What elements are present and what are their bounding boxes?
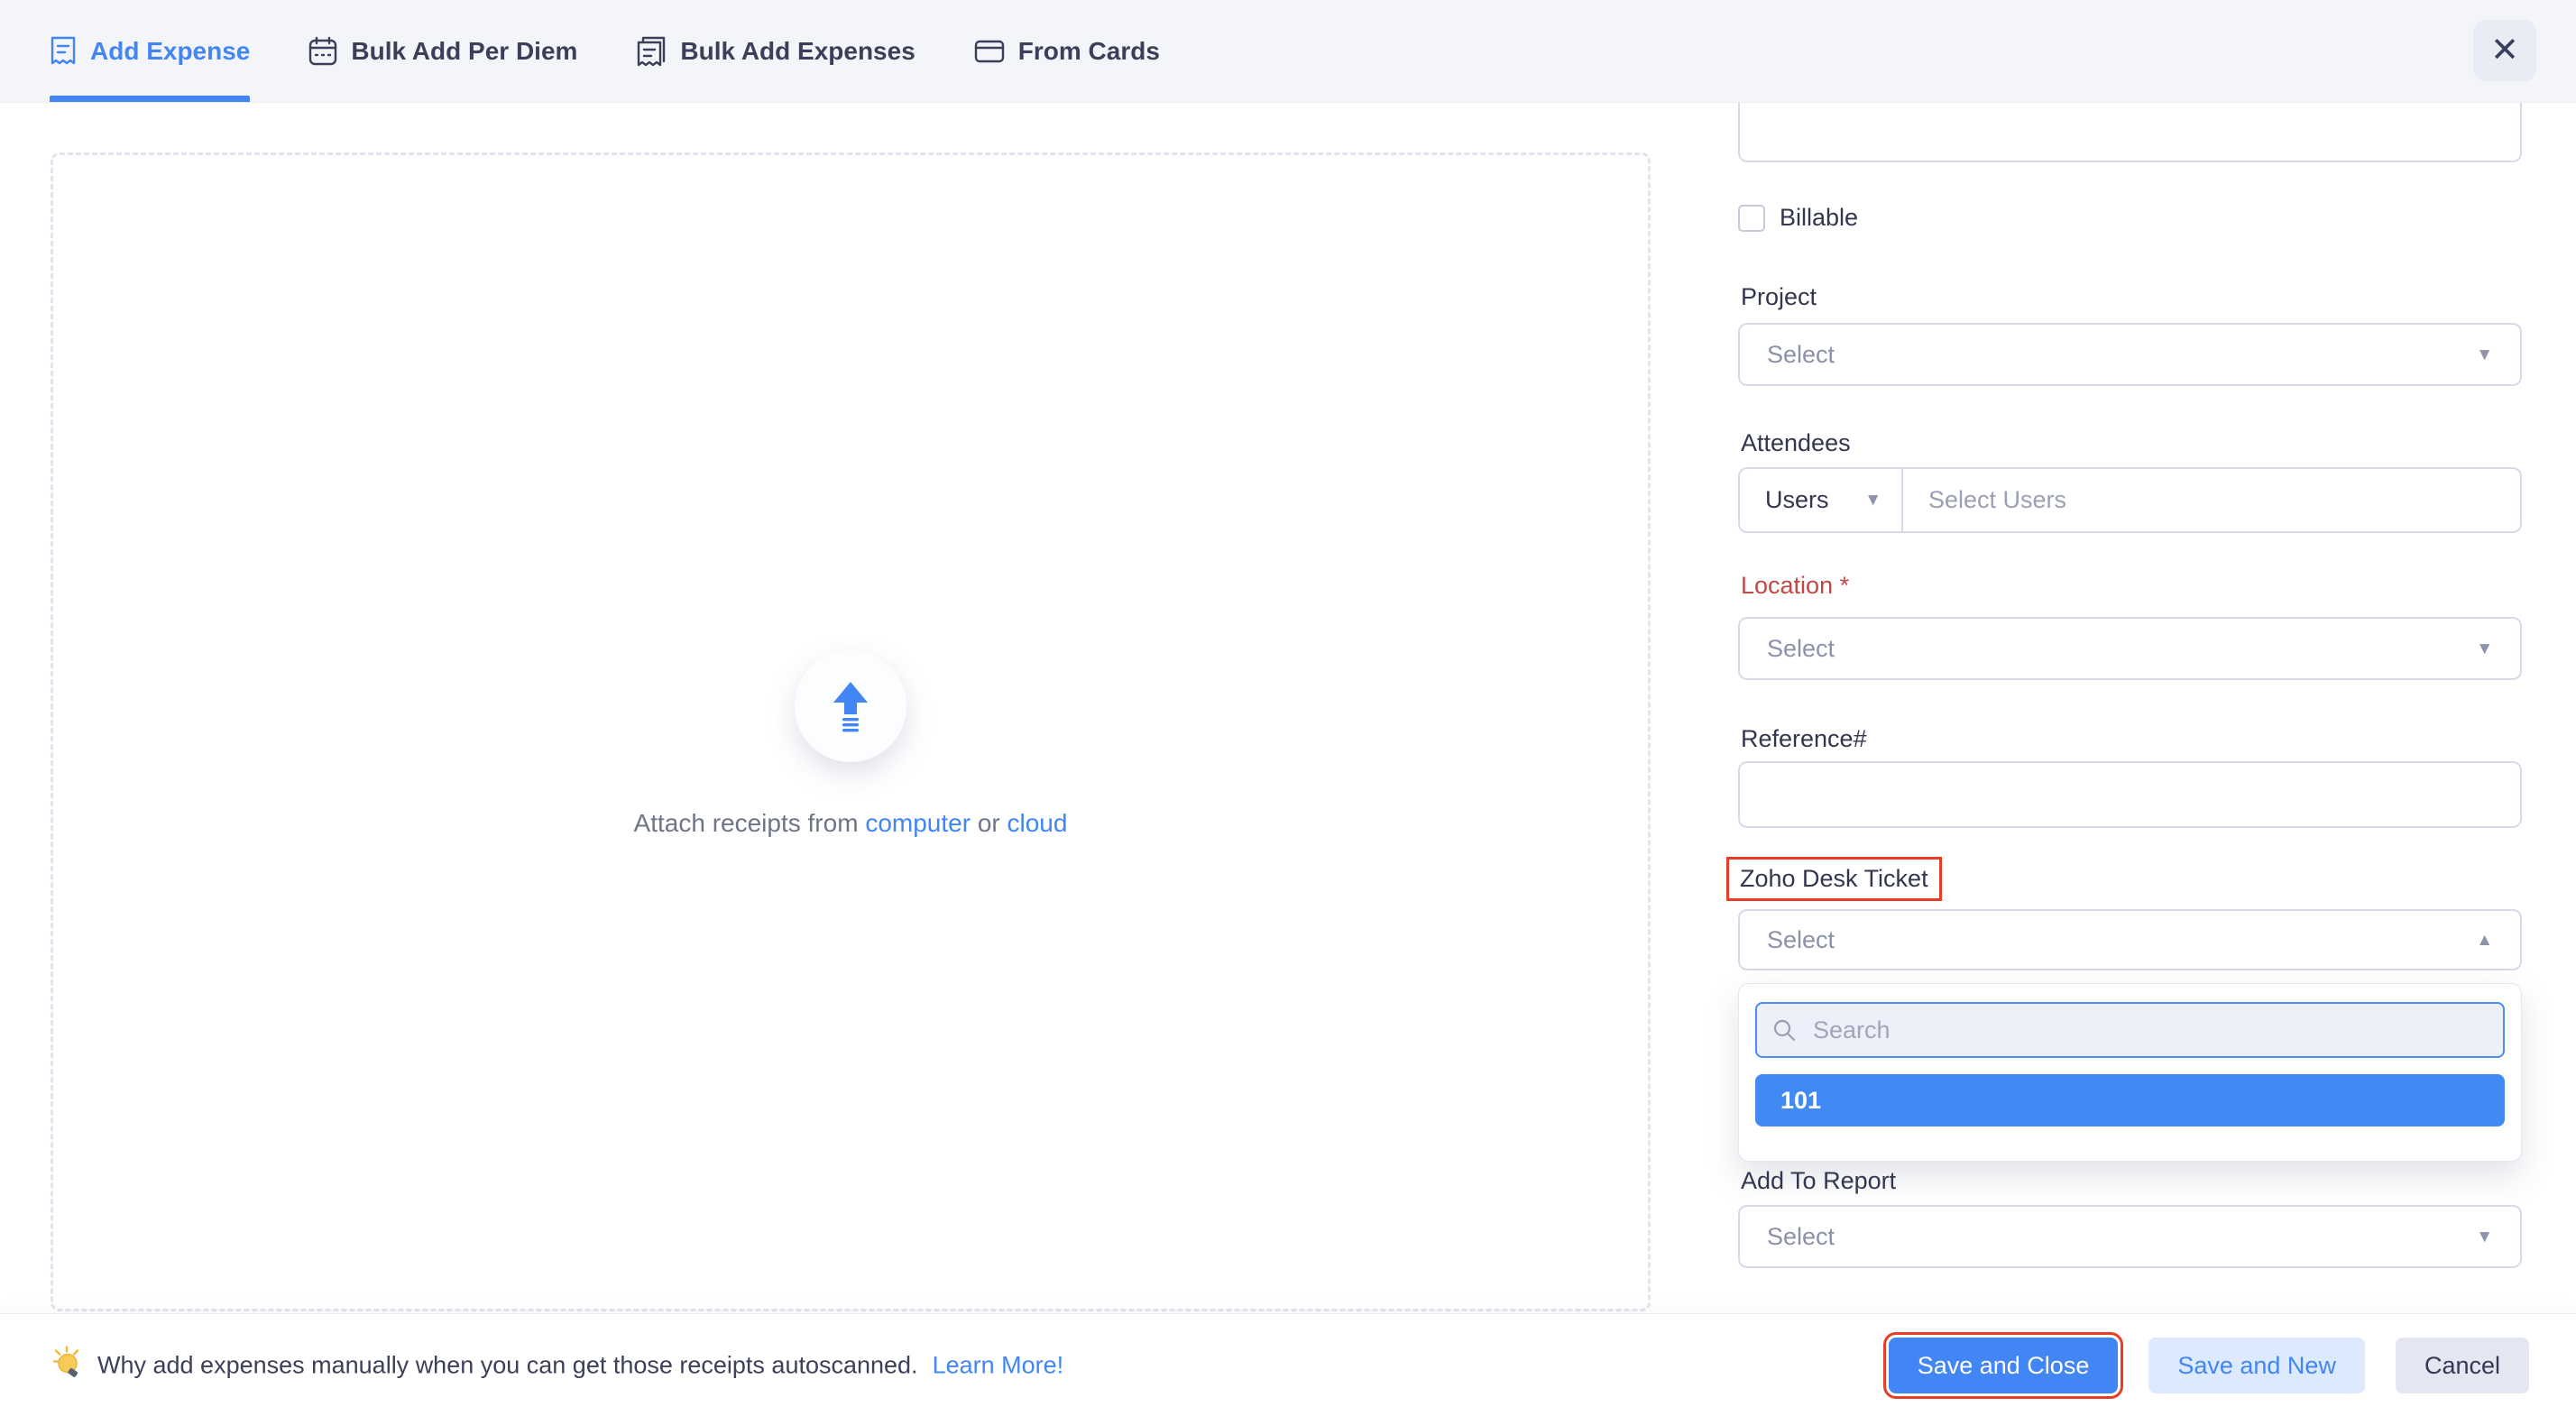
attendees-field: Users ▼ bbox=[1738, 467, 2522, 533]
dropdown-option-label: 101 bbox=[1780, 1087, 1821, 1115]
tab-label: Bulk Add Expenses bbox=[680, 37, 915, 66]
close-icon: ✕ bbox=[2490, 33, 2519, 68]
billable-row[interactable]: Billable bbox=[1738, 204, 1858, 232]
project-select[interactable]: Select ▼ bbox=[1738, 323, 2522, 386]
truncated-field[interactable] bbox=[1738, 103, 2522, 162]
add-to-report-label: Add To Report bbox=[1741, 1167, 1896, 1195]
save-and-new-button[interactable]: Save and New bbox=[2148, 1338, 2365, 1393]
tab-from-cards[interactable]: From Cards bbox=[974, 0, 1160, 102]
chevron-down-icon: ▼ bbox=[2476, 1228, 2493, 1246]
receipt-icon bbox=[50, 35, 77, 68]
tab-bulk-add-expenses[interactable]: Bulk Add Expenses bbox=[636, 0, 915, 102]
cancel-button[interactable]: Cancel bbox=[2396, 1338, 2529, 1393]
location-label: Location * bbox=[1741, 572, 1849, 600]
credit-card-icon bbox=[974, 38, 1005, 65]
attendees-label: Attendees bbox=[1741, 429, 1851, 457]
location-label-text: Location bbox=[1741, 572, 1833, 599]
tip-text: Why add expenses manually when you can g… bbox=[97, 1352, 918, 1380]
billable-checkbox[interactable] bbox=[1738, 205, 1765, 232]
dropdown-option-101[interactable]: 101 bbox=[1755, 1074, 2505, 1126]
computer-link[interactable]: computer bbox=[865, 809, 971, 837]
chevron-down-icon: ▼ bbox=[2476, 346, 2493, 363]
tab-label: Add Expense bbox=[90, 37, 250, 66]
billable-label: Billable bbox=[1780, 204, 1858, 232]
tab-bulk-add-per-diem[interactable]: Bulk Add Per Diem bbox=[308, 0, 577, 102]
add-to-report-placeholder: Select bbox=[1767, 1223, 1835, 1251]
expense-form: Billable Project Select ▼ Attendees User… bbox=[1738, 0, 2522, 1416]
chevron-down-icon: ▼ bbox=[1864, 492, 1881, 509]
autoscan-tip: Why add expenses manually when you can g… bbox=[51, 1346, 1063, 1386]
zoho-desk-ticket-dropdown: 101 bbox=[1738, 983, 2522, 1162]
attendees-input[interactable] bbox=[1903, 469, 2520, 531]
zoho-desk-ticket-placeholder: Select bbox=[1767, 926, 1835, 954]
dropdown-search-input[interactable] bbox=[1755, 1002, 2505, 1058]
zoho-desk-ticket-label: Zoho Desk Ticket bbox=[1740, 865, 1928, 892]
annotation-box-zoho-desk-ticket: Zoho Desk Ticket bbox=[1726, 857, 1942, 901]
attendees-type-select[interactable]: Users ▼ bbox=[1740, 469, 1903, 531]
tab-bar: Add Expense Bulk Add Per Diem bbox=[0, 0, 2576, 103]
reference-input[interactable] bbox=[1738, 761, 2522, 828]
close-button[interactable]: ✕ bbox=[2473, 20, 2536, 81]
attach-text-prefix: Attach receipts from bbox=[634, 809, 859, 837]
footer-actions: Save and Close Save and New Cancel bbox=[1889, 1338, 2529, 1393]
add-to-report-select[interactable]: Select ▼ bbox=[1738, 1205, 2522, 1268]
attach-receipts-text: Attach receipts from computer or cloud bbox=[53, 809, 1648, 838]
location-placeholder: Select bbox=[1767, 635, 1835, 663]
receipt-dropzone[interactable]: Attach receipts from computer or cloud bbox=[51, 152, 1651, 1311]
upload-icon[interactable] bbox=[795, 650, 906, 762]
location-select[interactable]: Select ▼ bbox=[1738, 617, 2522, 680]
receipts-stack-icon bbox=[636, 35, 667, 68]
attendees-type-value: Users bbox=[1765, 486, 1829, 514]
modal-footer: Why add expenses manually when you can g… bbox=[0, 1313, 2576, 1416]
lightbulb-icon bbox=[51, 1346, 83, 1386]
attach-text-or: or bbox=[978, 809, 1000, 837]
project-label: Project bbox=[1741, 283, 1817, 311]
calendar-icon bbox=[308, 36, 337, 67]
learn-more-link[interactable]: Learn More! bbox=[933, 1352, 1064, 1380]
tab-label: Bulk Add Per Diem bbox=[351, 37, 577, 66]
zoho-desk-ticket-select[interactable]: Select ▲ bbox=[1738, 909, 2522, 970]
cloud-link[interactable]: cloud bbox=[1007, 809, 1068, 837]
chevron-up-icon: ▲ bbox=[2476, 932, 2493, 949]
tab-label: From Cards bbox=[1018, 37, 1160, 66]
tab-list: Add Expense Bulk Add Per Diem bbox=[50, 0, 1160, 102]
required-asterisk: * bbox=[1840, 572, 1850, 599]
add-expense-modal: Add Expense Bulk Add Per Diem bbox=[0, 0, 2576, 1416]
save-and-close-button[interactable]: Save and Close bbox=[1889, 1338, 2119, 1393]
reference-label: Reference# bbox=[1741, 725, 1867, 753]
chevron-down-icon: ▼ bbox=[2476, 640, 2493, 657]
dropdown-search-wrap bbox=[1755, 1002, 2505, 1058]
tab-add-expense[interactable]: Add Expense bbox=[50, 0, 250, 102]
project-placeholder: Select bbox=[1767, 341, 1835, 369]
